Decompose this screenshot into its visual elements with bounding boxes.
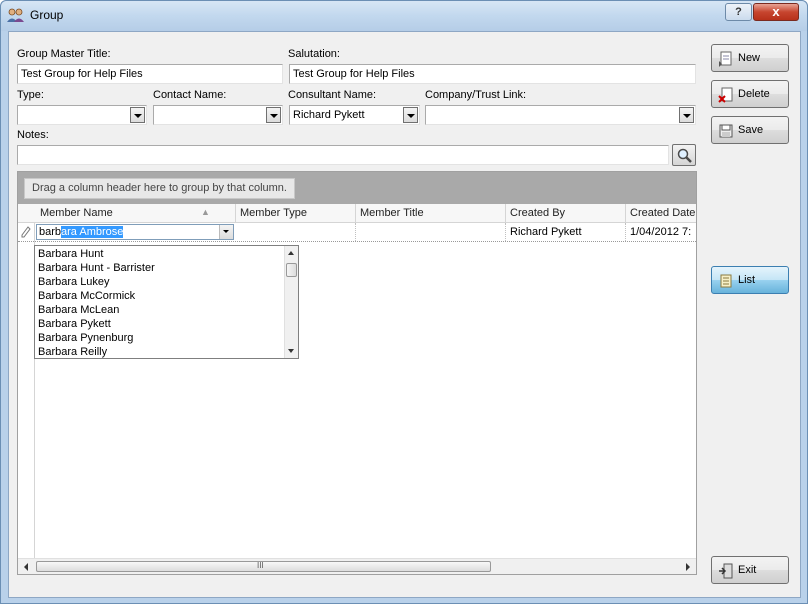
chevron-down-icon[interactable]: [679, 107, 694, 123]
notes-field[interactable]: [17, 145, 669, 165]
contact-name-combo[interactable]: [153, 105, 283, 125]
notes-label: Notes:: [17, 129, 49, 141]
magnifier-icon: [677, 148, 692, 163]
created-date-cell[interactable]: 1/04/2012 7:: [626, 223, 696, 241]
exit-door-icon: [719, 563, 733, 579]
consultant-name-label: Consultant Name:: [288, 89, 377, 101]
list-item[interactable]: Barbara McCormick: [38, 290, 135, 304]
column-header-member-title[interactable]: Member Title: [356, 204, 506, 222]
notes-search-button[interactable]: [672, 144, 696, 166]
member-type-cell[interactable]: [236, 223, 356, 241]
close-button[interactable]: x: [753, 3, 799, 21]
list-button[interactable]: List: [711, 266, 789, 294]
delete-button[interactable]: Delete: [711, 80, 789, 108]
list-item[interactable]: Barbara Lukey: [38, 276, 110, 290]
chevron-down-icon[interactable]: [403, 107, 418, 123]
row-indicator-column: [18, 204, 35, 559]
members-grid[interactable]: Drag a column header here to group by th…: [17, 171, 697, 575]
member-name-autocomplete-text: ara Ambrose: [61, 226, 124, 238]
scroll-thumb[interactable]: III: [36, 561, 491, 572]
list-item[interactable]: Barbara McLean: [38, 304, 119, 318]
type-combo[interactable]: [17, 105, 147, 125]
exit-button-label: Exit: [738, 564, 757, 576]
chevron-down-icon[interactable]: [130, 107, 145, 123]
company-trust-link-combo[interactable]: [425, 105, 696, 125]
group-by-panel[interactable]: Drag a column header here to group by th…: [18, 172, 696, 204]
delete-icon: [718, 87, 733, 103]
consultant-name-combo[interactable]: Richard Pykett: [289, 105, 420, 125]
window-frame: Group ? x Group Master Title: Test Group…: [0, 0, 808, 604]
scroll-up-icon[interactable]: [288, 251, 294, 255]
dropdown-scrollbar[interactable]: [284, 246, 298, 358]
dropdown-scroll-thumb[interactable]: [286, 263, 297, 277]
new-button[interactable]: New: [711, 44, 789, 72]
created-by-cell[interactable]: Richard Pykett: [506, 223, 626, 241]
save-disk-icon: [719, 124, 733, 138]
member-name-typed-text: barb: [39, 226, 62, 238]
group-master-title-label: Group Master Title:: [17, 48, 111, 60]
list-item[interactable]: Barbara Hunt - Barrister: [38, 262, 155, 276]
scroll-right-icon[interactable]: [686, 563, 690, 571]
new-button-label: New: [738, 52, 761, 64]
list-item[interactable]: Barbara Pynenburg: [38, 332, 133, 346]
company-trust-link-label: Company/Trust Link:: [425, 89, 527, 101]
contact-name-label: Contact Name:: [153, 89, 227, 101]
list-item[interactable]: Barbara Reilly: [38, 346, 107, 360]
new-document-icon: [719, 51, 732, 67]
group-master-title-field[interactable]: Test Group for Help Files: [17, 64, 283, 84]
consultant-name-value: Richard Pykett: [293, 109, 365, 121]
sort-ascending-icon: ▲: [201, 207, 210, 217]
title-bar: Group ? x: [1, 1, 807, 31]
list-button-label: List: [738, 274, 756, 286]
save-button-label: Save: [738, 124, 764, 136]
column-header-created-date[interactable]: Created Date: [626, 204, 696, 222]
salutation-field[interactable]: Test Group for Help Files: [289, 64, 696, 84]
chevron-down-icon[interactable]: [219, 225, 233, 239]
window-title: Group: [30, 8, 64, 22]
list-item[interactable]: Barbara Hunt: [38, 248, 103, 262]
type-label: Type:: [17, 89, 44, 101]
scroll-left-icon[interactable]: [24, 563, 28, 571]
chevron-down-icon[interactable]: [266, 107, 281, 123]
salutation-label: Salutation:: [288, 48, 340, 60]
group-people-icon: [7, 8, 24, 22]
column-header-member-type[interactable]: Member Type: [236, 204, 356, 222]
list-scroll-icon: [720, 274, 732, 288]
list-item[interactable]: Barbara Pykett: [38, 318, 111, 332]
scroll-down-icon[interactable]: [288, 349, 294, 353]
column-header-created-by[interactable]: Created By: [506, 204, 626, 222]
member-name-editor[interactable]: barbara Ambrose: [36, 224, 234, 240]
delete-button-label: Delete: [738, 88, 770, 100]
help-button[interactable]: ?: [725, 3, 752, 21]
form-client-area: Group Master Title: Test Group for Help …: [8, 31, 801, 598]
horizontal-scrollbar[interactable]: III: [18, 558, 696, 574]
group-by-hint: Drag a column header here to group by th…: [24, 178, 295, 199]
scroll-grip: III: [257, 561, 264, 570]
member-name-dropdown-list[interactable]: Barbara Hunt Barbara Hunt - Barrister Ba…: [34, 245, 299, 359]
grid-header-row: Member Name ▲ Member Type Member Title C…: [18, 204, 696, 223]
save-button[interactable]: Save: [711, 116, 789, 144]
pencil-icon: [21, 226, 31, 238]
table-row[interactable]: barbara Ambrose Richard Pykett 1/04/2012…: [18, 223, 696, 242]
member-title-cell[interactable]: [356, 223, 506, 241]
exit-button[interactable]: Exit: [711, 556, 789, 584]
